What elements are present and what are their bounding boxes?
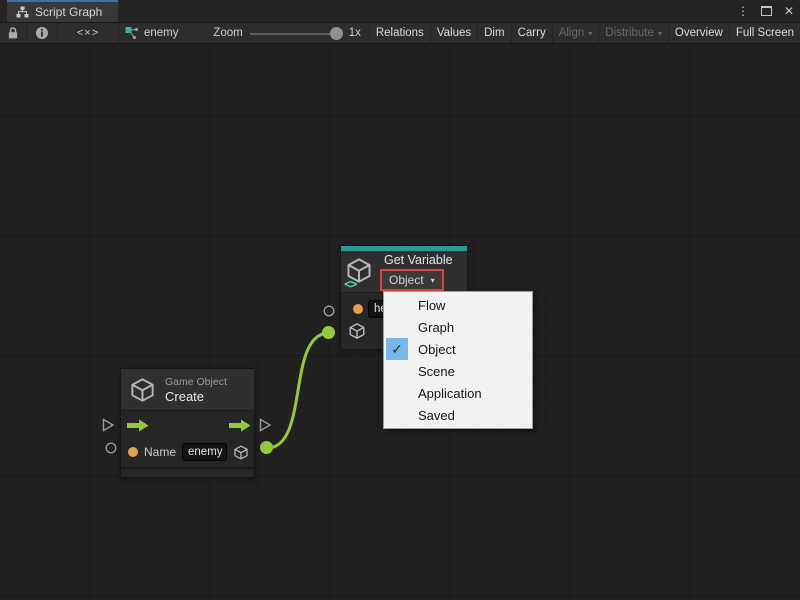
code-view-button[interactable]: <×> xyxy=(58,23,119,43)
button-label: Relations xyxy=(376,27,424,39)
menu-item-3[interactable]: ✓ Scene xyxy=(384,360,532,382)
menu-item-5[interactable]: ✓ Saved xyxy=(384,404,532,426)
zoom-label: Zoom xyxy=(213,27,242,39)
caret-down-icon: ▾ xyxy=(658,30,662,38)
script-graph-window: Script Graph ⋮ ✕ <×> xyxy=(0,0,800,600)
node-titles: Game Object Create xyxy=(165,376,227,404)
create-name-input-port[interactable] xyxy=(105,442,117,454)
titlebar: Script Graph ⋮ ✕ xyxy=(0,0,800,22)
node-header: Game Object Create xyxy=(121,369,254,411)
graph-icon xyxy=(125,26,139,40)
zoom-slider[interactable] xyxy=(250,27,342,40)
menu-item-label: Object xyxy=(418,342,456,357)
lock-icon xyxy=(7,26,19,40)
create-flow-input-port[interactable] xyxy=(102,418,115,432)
name-row: Name enemy xyxy=(121,439,254,467)
menu-item-2[interactable]: ✓ Object xyxy=(384,338,532,360)
button-label: Carry xyxy=(518,27,546,39)
hierarchy-icon xyxy=(16,6,29,18)
menu-item-label: Application xyxy=(418,386,482,401)
getvariable-name-input-port[interactable] xyxy=(323,305,335,317)
more-menu-icon[interactable]: ⋮ xyxy=(737,0,749,22)
button-label: Full Screen xyxy=(736,27,794,39)
window-controls: ⋮ ✕ xyxy=(737,0,794,22)
string-literal-dot-icon xyxy=(128,447,138,457)
toolbar-button-6[interactable]: Overview xyxy=(669,23,730,43)
lock-button[interactable] xyxy=(0,23,27,43)
menu-item-1[interactable]: ✓ Graph xyxy=(384,316,532,338)
node-supertitle: Game Object xyxy=(165,376,227,389)
code-icon: <×> xyxy=(77,27,99,39)
toolbar-button-1[interactable]: Values xyxy=(431,23,478,43)
caret-down-icon: ▾ xyxy=(588,30,592,38)
getvariable-source-input-port[interactable] xyxy=(322,326,335,339)
menu-item-4[interactable]: ✓ Application xyxy=(384,382,532,404)
create-flow-output-port[interactable] xyxy=(259,418,272,432)
gameobject-cube-icon xyxy=(233,444,249,461)
info-icon xyxy=(35,26,49,40)
flow-row xyxy=(121,411,254,439)
variables-brackets-icon: <> xyxy=(344,277,356,291)
zoom-slider-track xyxy=(250,33,342,35)
info-button[interactable] xyxy=(27,23,58,43)
flow-arrow-in-icon xyxy=(127,419,149,432)
button-label: Values xyxy=(437,27,471,39)
toolbar-middle: enemy Zoom 1x xyxy=(119,23,370,43)
variable-kind-dropdown[interactable]: Object ▾ xyxy=(380,269,444,291)
create-gameobject-node[interactable]: Game Object Create Name enemy xyxy=(120,368,255,478)
tab-script-graph[interactable]: Script Graph xyxy=(7,0,118,22)
toolbar-button-4[interactable]: Align ▾ xyxy=(553,23,600,43)
maximize-icon[interactable] xyxy=(761,6,772,16)
zoom-slider-handle[interactable] xyxy=(330,27,343,40)
toolbar-button-0[interactable]: Relations xyxy=(370,23,431,43)
graph-name: enemy xyxy=(144,27,179,39)
flow-arrow-out-icon xyxy=(229,419,251,432)
menu-item-label: Saved xyxy=(418,408,455,423)
close-icon[interactable]: ✕ xyxy=(784,0,794,22)
graph-toolbar: <×> enemy Zoom 1x Relatio xyxy=(0,22,800,44)
toolbar-button-3[interactable]: Carry xyxy=(512,23,553,43)
variable-cube-icon: <> xyxy=(345,256,375,288)
graph-breadcrumb[interactable]: enemy xyxy=(125,26,179,40)
string-literal-dot-icon xyxy=(353,304,363,314)
graph-canvas[interactable]: Game Object Create Name enemy xyxy=(0,44,800,600)
node-titles: Get Variable Object ▾ xyxy=(380,253,453,291)
button-label: Distribute xyxy=(605,27,654,39)
check-icon: ✓ xyxy=(386,338,408,360)
toolbar-button-2[interactable]: Dim xyxy=(478,23,511,43)
variable-kind-value: Object xyxy=(389,273,424,287)
name-input[interactable]: enemy xyxy=(182,443,227,461)
variable-kind-menu: ✓ Flow ✓ Graph ✓ Object ✓ Scene ✓ Applic… xyxy=(383,291,533,429)
zoom-control: Zoom 1x xyxy=(213,27,361,40)
zoom-value: 1x xyxy=(349,27,361,39)
gameobject-cube-icon xyxy=(348,322,366,340)
menu-item-label: Graph xyxy=(418,320,454,335)
toolbar-button-7[interactable]: Full Screen xyxy=(730,23,800,43)
name-label: Name xyxy=(144,445,176,459)
cube-icon xyxy=(129,376,156,404)
tab-label: Script Graph xyxy=(35,5,102,19)
connection-wire[interactable] xyxy=(267,333,329,448)
create-gameobject-output-port[interactable] xyxy=(260,441,273,454)
node-title: Create xyxy=(165,389,227,404)
node-title: Get Variable xyxy=(384,253,453,267)
caret-down-icon: ▾ xyxy=(431,277,435,285)
button-label: Overview xyxy=(675,27,723,39)
button-label: Align xyxy=(559,27,585,39)
node-body: Name enemy xyxy=(121,411,254,467)
node-footer xyxy=(121,467,254,477)
button-label: Dim xyxy=(484,27,504,39)
node-header: <> Get Variable Object ▾ xyxy=(341,251,467,293)
menu-item-label: Scene xyxy=(418,364,455,379)
menu-item-0[interactable]: ✓ Flow xyxy=(384,294,532,316)
toolbar-button-5[interactable]: Distribute ▾ xyxy=(599,23,669,43)
menu-item-label: Flow xyxy=(418,298,445,313)
